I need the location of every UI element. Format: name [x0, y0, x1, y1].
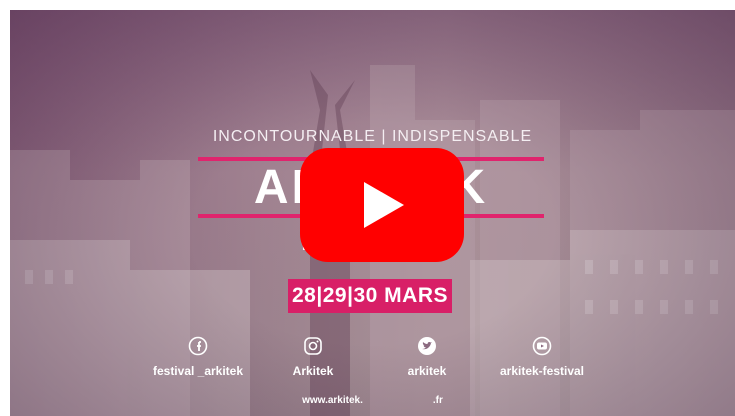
social-label: arkitek [407, 364, 447, 378]
youtube-play-button[interactable] [300, 148, 464, 262]
social-youtube: arkitek-festival [482, 336, 602, 380]
dates-badge: 28|29|30 MARS [288, 279, 452, 313]
social-instagram: Arkitek [253, 336, 373, 380]
instagram-icon [304, 337, 322, 355]
tagline: INCONTOURNABLE | INDISPENSABLE [212, 128, 533, 145]
website-url-suffix: .fr [432, 395, 443, 406]
social-label: festival _arkitek [152, 364, 244, 378]
social-label: Arkitek [292, 364, 334, 378]
facebook-icon [188, 336, 208, 356]
social-label: arkitek-festival [499, 364, 585, 378]
social-twitter: arkitek [367, 336, 487, 380]
twitter-icon [418, 337, 436, 355]
website-url-prefix: www.arkitek. [302, 395, 363, 406]
website-url: www.arkitek. .fr [10, 395, 735, 406]
youtube-icon [532, 336, 552, 356]
video-thumbnail[interactable]: INCONTOURNABLE | INDISPENSABLE ARKITEK B… [10, 10, 735, 416]
social-facebook: festival _arkitek [138, 336, 258, 380]
